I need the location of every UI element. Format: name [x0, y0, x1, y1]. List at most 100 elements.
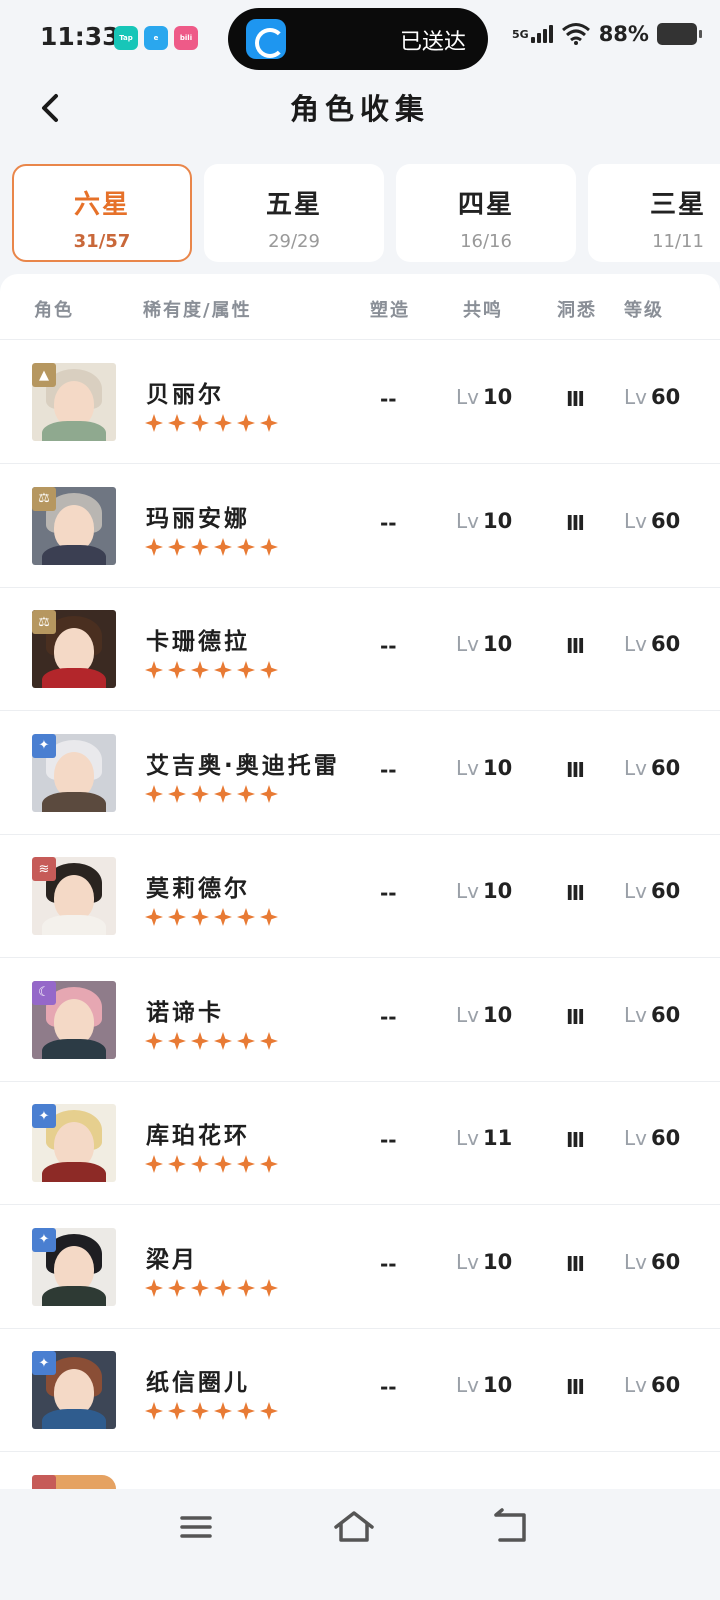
level-value: 60: [650, 879, 681, 903]
tab-three-star[interactable]: 三星 11/11: [588, 164, 720, 262]
forge-value: --: [380, 1375, 397, 1399]
menu-icon: [180, 1516, 212, 1538]
resonance-level: Lv 10: [456, 756, 512, 780]
character-row[interactable]: ✦ 纸信圈儿 -- Lv 10 Ⅲ Lv 60: [0, 1329, 720, 1452]
forge-value: --: [380, 1004, 397, 1029]
notification-icons: Tap e bili: [114, 26, 198, 50]
character-row[interactable]: ⚖ 卡珊德拉 -- Lv 10 Ⅲ Lv 60: [0, 588, 720, 711]
star-icon: [259, 907, 279, 927]
home-button[interactable]: [330, 1507, 378, 1547]
insight-value: Ⅲ: [566, 1128, 585, 1152]
lv-prefix: Lv: [624, 1126, 647, 1150]
scales-icon: ⚖: [32, 486, 56, 511]
lv-prefix: Lv: [624, 632, 647, 656]
forge-value: --: [380, 881, 397, 905]
tab-six-star[interactable]: 六星 31/57: [12, 164, 192, 262]
character-row[interactable]: ⚖ 玛丽安娜 -- Lv 10 Ⅲ Lv 60: [0, 465, 720, 588]
star-icon: [236, 660, 256, 680]
back-nav-button[interactable]: [488, 1507, 536, 1547]
character-row[interactable]: ✦ 梁月 -- Lv 10 Ⅲ Lv 60: [0, 1206, 720, 1329]
character-name: 梁月: [146, 1246, 198, 1273]
tab-label: 六星: [73, 190, 130, 220]
forge-value: --: [380, 1128, 397, 1152]
character-name: 诺谛卡: [146, 999, 224, 1026]
star-icon: [259, 1154, 279, 1174]
dynamic-island[interactable]: 已送达: [228, 8, 488, 70]
menu-button[interactable]: [172, 1507, 220, 1547]
moon-icon: ☾: [32, 980, 56, 1005]
star-icon: [236, 413, 256, 433]
avatar: ✦: [32, 1227, 116, 1306]
character-row[interactable]: ✦ 库珀花环 -- Lv 11 Ⅲ Lv 60: [0, 1082, 720, 1205]
col-forge: 塑造: [370, 300, 410, 321]
forge-value: --: [380, 1251, 397, 1276]
character-row[interactable]: ▲ 贝丽尔 -- Lv 10 Ⅲ Lv 60: [0, 341, 720, 464]
star-icon: [213, 1031, 233, 1051]
insight-value: Ⅲ: [566, 757, 585, 782]
signal-icon: [530, 25, 553, 43]
lv-prefix: Lv: [456, 508, 479, 533]
level-value: 60: [650, 1373, 681, 1397]
col-level: 等级: [624, 300, 664, 321]
tab-count: 16/16: [460, 231, 512, 252]
character-name: 纸信圈儿: [146, 1370, 250, 1396]
taptap-icon: Tap: [114, 26, 138, 50]
star4-icon: ✦: [32, 1227, 56, 1252]
character-level: Lv 60: [624, 385, 680, 409]
resonance-level: Lv 10: [456, 879, 512, 903]
tab-count: 11/11: [652, 231, 704, 252]
avatar: ✦: [32, 1351, 116, 1429]
star-icon: [190, 537, 210, 557]
system-indicators: 5G 88%: [512, 22, 702, 46]
lv-prefix: Lv: [456, 879, 479, 903]
level-value: 60: [650, 385, 681, 409]
star-icon: [144, 784, 164, 804]
character-row[interactable]: ✦ 艾吉奥·奥迪托雷 -- Lv 10 Ⅲ Lv 60: [0, 712, 720, 835]
return-icon: [494, 1508, 526, 1542]
character-list[interactable]: 角色 稀有度/属性 塑造 共鸣 洞悉 等级 ▲ 贝丽尔 -- Lv 10 Ⅲ Lv 60 ⚖ 玛丽…: [0, 274, 720, 1489]
status-bar: 11:33 Tap e bili 已送达 5G 88%: [0, 0, 720, 76]
star-icon: [167, 1154, 187, 1174]
level-value: 60: [650, 632, 681, 656]
character-row[interactable]: ☾ 诺谛卡 -- Lv 10 Ⅲ Lv 60: [0, 959, 720, 1082]
forge-value: --: [380, 634, 397, 658]
lv-prefix: Lv: [624, 755, 647, 780]
star-icon: [144, 1154, 164, 1174]
app-e-icon: e: [144, 26, 168, 50]
rarity-stars: [144, 660, 279, 680]
tab-label: 四星: [457, 190, 514, 220]
character-name: 艾吉奥·奥迪托雷: [146, 752, 340, 779]
lv-prefix: Lv: [624, 1249, 647, 1274]
wifi-icon: [561, 22, 591, 46]
avatar: ⚖: [32, 610, 116, 688]
lv-prefix: Lv: [456, 1373, 479, 1397]
lv-prefix: Lv: [456, 755, 479, 780]
tab-five-star[interactable]: 五星 29/29: [204, 164, 384, 262]
screen: 11:33 Tap e bili 已送达 5G 88% 角色收集 六星 31/5…: [0, 0, 720, 1600]
character-level: Lv 60: [624, 1003, 680, 1027]
character-row[interactable]: ≋ 莫莉德尔 -- Lv 10 Ⅲ Lv 60: [0, 835, 720, 958]
star-icon: [167, 660, 187, 680]
star-icon: [167, 413, 187, 433]
resonance-value: 10: [482, 385, 513, 409]
lv-prefix: Lv: [624, 508, 647, 533]
star-icon: [144, 537, 164, 557]
star-icon: [259, 413, 279, 433]
claw-icon: [32, 1475, 56, 1489]
tab-four-star[interactable]: 四星 16/16: [396, 164, 576, 262]
level-value: 60: [650, 1126, 681, 1150]
star-icon: [190, 1031, 210, 1051]
resonance-level: Lv 11: [456, 1126, 512, 1150]
star-icon: [236, 784, 256, 804]
star-icon: [190, 784, 210, 804]
star-icon: [213, 1278, 233, 1298]
avatar: ⚖: [32, 486, 116, 565]
star-icon: [167, 1278, 187, 1298]
scales-icon: ⚖: [32, 610, 56, 634]
star-icon: [259, 1278, 279, 1298]
battery-percent: 88%: [598, 22, 649, 46]
lv-prefix: Lv: [456, 1126, 479, 1150]
star-icon: [144, 1401, 164, 1421]
lv-prefix: Lv: [456, 1002, 479, 1027]
claw-icon: ≋: [32, 857, 56, 881]
